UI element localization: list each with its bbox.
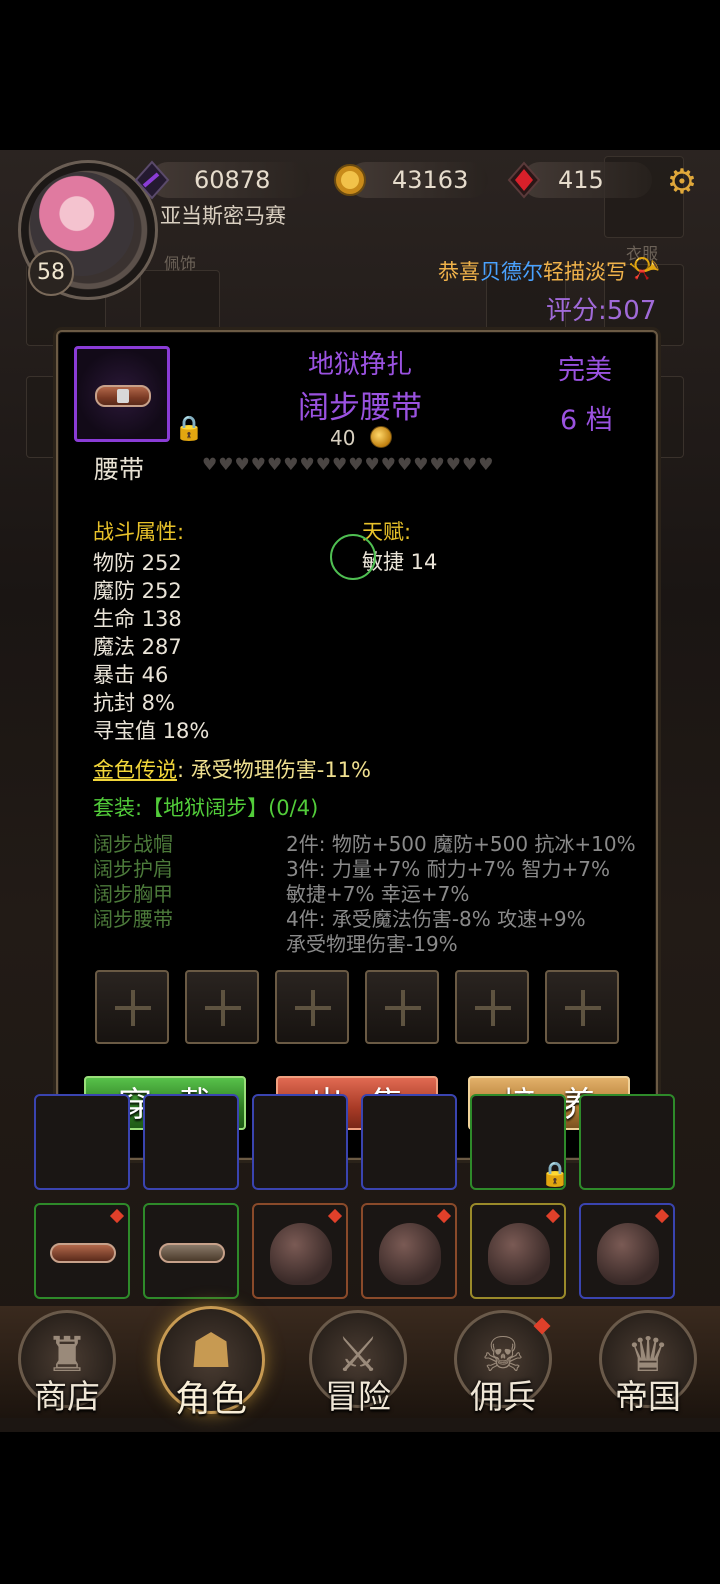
heart-icon: ♥	[364, 455, 380, 475]
gem-socket-add[interactable]	[275, 970, 349, 1044]
gear-icon[interactable]: ⚙	[664, 164, 700, 200]
gem-socket-add[interactable]	[365, 970, 439, 1044]
new-item-dot	[436, 1208, 452, 1224]
gem-socket-add[interactable]	[185, 970, 259, 1044]
crystal-counter: 60878	[134, 160, 310, 200]
stat-line: 寻宝值 18%	[93, 719, 210, 743]
marquee-prefix: 恭喜	[438, 260, 480, 284]
gold-counter: 43163	[334, 162, 488, 198]
stat-line: 暴击 46	[93, 663, 169, 687]
level-badge: 58	[28, 250, 74, 296]
new-item-dot	[654, 1208, 670, 1224]
legend-effect: 金色传说: 承受物理伤害-11%	[93, 754, 371, 784]
nav-character-label: 角色	[174, 1379, 247, 1420]
heart-icon: ♥	[299, 455, 315, 475]
inventory-slot[interactable]	[34, 1203, 130, 1299]
nav-shop-label: 商店	[34, 1377, 100, 1416]
heart-icon: ♥	[348, 455, 364, 475]
heart-icon: ♥	[332, 455, 348, 475]
new-item-dot	[327, 1208, 343, 1224]
heart-icon: ♥	[397, 455, 413, 475]
inventory-slot[interactable]	[143, 1203, 239, 1299]
helmet-icon	[597, 1223, 659, 1285]
equip-slot-label-accessory: 佩饰	[164, 254, 197, 273]
stat-line: 物防 252	[93, 551, 182, 575]
announcement-marquee: 恭喜贝德尔轻描淡写	[438, 256, 627, 286]
legend-title[interactable]: 金色传说	[93, 758, 177, 782]
gem-value: 415	[558, 166, 604, 194]
heart-icon: ♥	[218, 455, 234, 475]
inventory-slot[interactable]	[252, 1203, 348, 1299]
inventory-slot[interactable]	[361, 1203, 457, 1299]
enhance-hearts: ♥ ♥ ♥ ♥ ♥ ♥ ♥ ♥ ♥ ♥ ♥ ♥ ♥ ♥ ♥ ♥ ♥ ♥	[202, 455, 552, 475]
gem-socket-add[interactable]	[545, 970, 619, 1044]
stat-line: 魔法 287	[93, 635, 182, 659]
nav-empire-label: 帝国	[615, 1377, 681, 1416]
heart-icon: ♥	[478, 455, 494, 475]
gem-counter: 415	[507, 161, 652, 199]
stat-line: 魔防 252	[93, 579, 182, 603]
suit-title: 套装:【地狱阔步】(0/4)	[93, 796, 319, 820]
heart-icon: ♥	[283, 455, 299, 475]
combat-stats-title: 战斗属性:	[93, 520, 185, 544]
inventory-slot[interactable]	[579, 1094, 675, 1190]
gold-coin-icon	[334, 164, 366, 196]
marquee-suffix: 轻描淡写	[543, 260, 627, 284]
heart-icon: ♥	[315, 455, 331, 475]
belt-icon	[159, 1243, 225, 1263]
heart-icon: ♥	[429, 455, 445, 475]
new-item-dot	[545, 1208, 561, 1224]
suit-piece: 阔步腰带	[93, 907, 173, 931]
heart-icon: ♥	[380, 455, 396, 475]
ruby-icon	[507, 161, 541, 199]
inventory-slot[interactable]	[470, 1203, 566, 1299]
horn-icon[interactable]: 📯	[628, 254, 660, 284]
inventory-slot[interactable]	[579, 1203, 675, 1299]
crystal-icon	[134, 160, 170, 200]
nav-adventure-label: 冒险	[325, 1377, 391, 1416]
heart-icon: ♥	[202, 455, 218, 475]
item-set-name: 地狱挣扎	[307, 350, 412, 380]
helmet-icon	[270, 1223, 332, 1285]
score-label: 评分:507	[546, 296, 657, 326]
heart-icon: ♥	[413, 455, 429, 475]
crystal-value: 60878	[194, 166, 271, 194]
helmet-icon	[488, 1223, 550, 1285]
item-slot-type: 腰带	[94, 455, 145, 484]
inventory-slot[interactable]	[143, 1094, 239, 1190]
item-grade: 6 档	[560, 405, 613, 436]
touch-indicator	[330, 534, 376, 580]
suit-bonus: 承受物理伤害-19%	[286, 932, 458, 956]
heart-icon: ♥	[462, 455, 478, 475]
inventory-slot[interactable]	[252, 1094, 348, 1190]
stat-line: 抗封 8%	[93, 691, 175, 715]
item-quality: 完美	[558, 355, 612, 386]
heart-icon: ♥	[445, 455, 461, 475]
gold-value: 43163	[392, 166, 469, 194]
level-coin-icon	[370, 426, 392, 448]
heart-icon: ♥	[267, 455, 283, 475]
gem-socket-add[interactable]	[455, 970, 529, 1044]
heart-icon: ♥	[234, 455, 250, 475]
belt-icon	[50, 1243, 116, 1263]
legend-text: : 承受物理伤害-11%	[177, 758, 372, 782]
lock-icon: 🔒	[540, 1160, 570, 1188]
nav-mercenary-label: 佣兵	[470, 1377, 536, 1416]
heart-icon: ♥	[250, 455, 266, 475]
inventory-slot[interactable]	[361, 1094, 457, 1190]
helmet-icon	[379, 1223, 441, 1285]
gem-socket-add[interactable]	[95, 970, 169, 1044]
marquee-player: 贝德尔	[480, 260, 543, 284]
inventory-slot[interactable]	[34, 1094, 130, 1190]
required-level: 40	[330, 426, 356, 450]
new-item-dot	[109, 1208, 125, 1224]
player-name: 亚当斯密马赛	[160, 204, 286, 228]
stat-line: 生命 138	[93, 607, 182, 631]
